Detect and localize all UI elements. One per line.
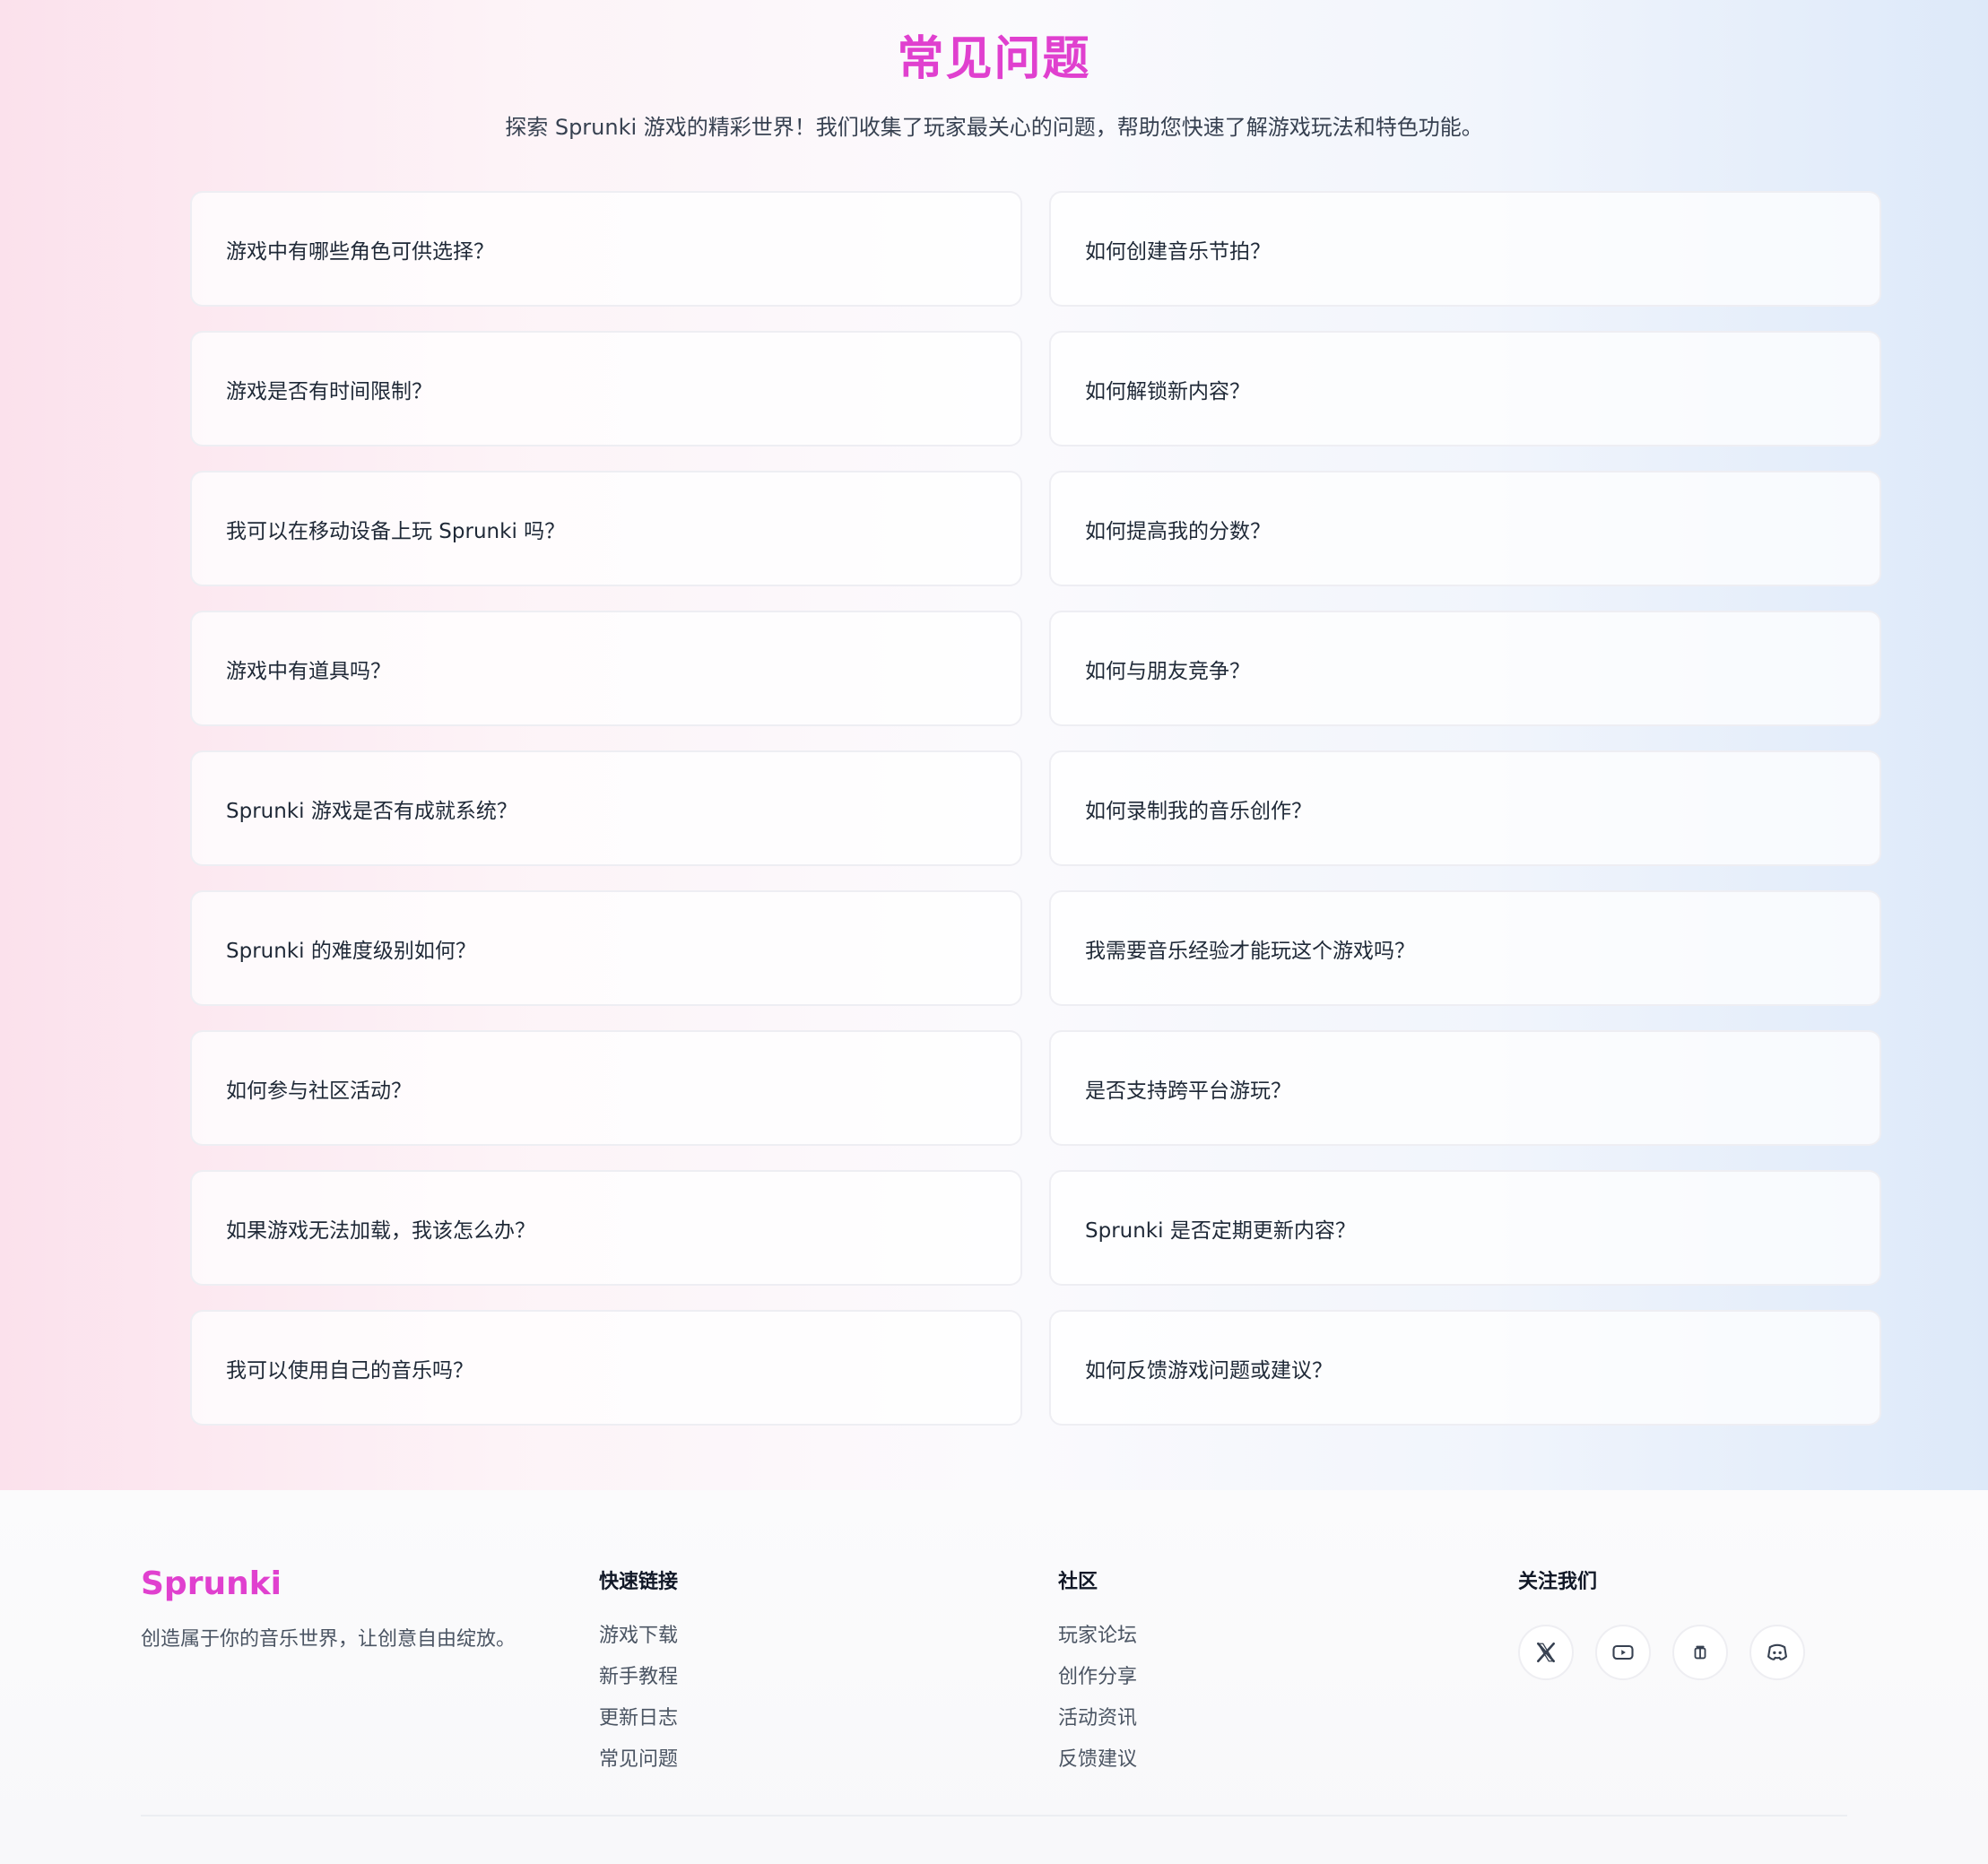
discord-social-button[interactable] <box>1749 1625 1805 1680</box>
footer-link-forum[interactable]: 玩家论坛 <box>1058 1621 1137 1651</box>
faq-item-compete-friends[interactable]: 如何与朋友竞争？ <box>1049 611 1881 726</box>
faq-question: 游戏中有哪些角色可供选择？ <box>226 239 494 264</box>
footer-link-faq[interactable]: 常见问题 <box>599 1745 678 1774</box>
discord-icon <box>1767 1643 1787 1660</box>
faq-section: 常见问题 探索 Sprunki 游戏的精彩世界！我们收集了玩家最关心的问题，帮助… <box>0 0 1988 1490</box>
faq-item-characters[interactable]: 游戏中有哪些角色可供选择？ <box>190 191 1022 307</box>
youtube-social-button[interactable] <box>1595 1625 1651 1680</box>
faq-question: 如何提高我的分数？ <box>1085 519 1271 543</box>
faq-question: 游戏是否有时间限制？ <box>226 379 432 403</box>
footer-follow: 关注我们 <box>1518 1562 1805 1680</box>
faq-question: 我可以使用自己的音乐吗？ <box>226 1358 473 1383</box>
footer-link-creations[interactable]: 创作分享 <box>1058 1662 1137 1692</box>
youtube-icon <box>1612 1644 1634 1660</box>
faq-question: 如何反馈游戏问题或建议？ <box>1085 1358 1333 1383</box>
faq-question: 如何与朋友竞争？ <box>1085 659 1250 683</box>
footer-community-title: 社区 <box>1058 1571 1098 1593</box>
footer-quick-links-title: 快速链接 <box>599 1571 679 1593</box>
faq-item-improve-score[interactable]: 如何提高我的分数？ <box>1049 471 1881 586</box>
footer-quick-links: 快速链接 游戏下载 新手教程 更新日志 常见问题 <box>599 1562 678 1774</box>
faq-item-difficulty[interactable]: Sprunki 的难度级别如何？ <box>190 890 1022 1006</box>
faq-grid: 游戏中有哪些角色可供选择？ 如何创建音乐节拍？ 游戏是否有时间限制？ 如何解锁新… <box>190 191 1881 1426</box>
faq-item-loading-issue[interactable]: 如果游戏无法加载，我该怎么办？ <box>190 1170 1022 1286</box>
faq-question: Sprunki 游戏是否有成就系统？ <box>226 799 517 823</box>
faq-item-updates[interactable]: Sprunki 是否定期更新内容？ <box>1049 1170 1881 1286</box>
faq-item-achievements[interactable]: Sprunki 游戏是否有成就系统？ <box>190 750 1022 866</box>
tiktok-social-button[interactable] <box>1672 1625 1728 1680</box>
faq-question: 是否支持跨平台游玩？ <box>1085 1079 1291 1103</box>
x-social-button[interactable] <box>1518 1625 1574 1680</box>
footer-divider <box>141 1815 1847 1816</box>
faq-item-time-limit[interactable]: 游戏是否有时间限制？ <box>190 331 1022 446</box>
faq-item-cross-platform[interactable]: 是否支持跨平台游玩？ <box>1049 1030 1881 1146</box>
faq-question: Sprunki 的难度级别如何？ <box>226 939 476 963</box>
faq-question: 如何参与社区活动？ <box>226 1079 412 1103</box>
faq-item-mobile[interactable]: 我可以在移动设备上玩 Sprunki 吗？ <box>190 471 1022 586</box>
footer-community-list: 玩家论坛 创作分享 活动资讯 反馈建议 <box>1058 1621 1137 1774</box>
faq-item-community-events[interactable]: 如何参与社区活动？ <box>190 1030 1022 1146</box>
faq-question: 如何创建音乐节拍？ <box>1085 239 1271 264</box>
faq-item-music-experience[interactable]: 我需要音乐经验才能玩这个游戏吗？ <box>1049 890 1881 1006</box>
faq-item-own-music[interactable]: 我可以使用自己的音乐吗？ <box>190 1310 1022 1426</box>
faq-question: 如何解锁新内容？ <box>1085 379 1250 403</box>
faq-title: 常见问题 <box>897 32 1091 86</box>
faq-question: 如何录制我的音乐创作？ <box>1085 799 1312 823</box>
footer-quick-links-list: 游戏下载 新手教程 更新日志 常见问题 <box>599 1621 678 1774</box>
faq-question: Sprunki 是否定期更新内容？ <box>1085 1218 1356 1243</box>
x-icon <box>1537 1642 1555 1663</box>
tiktok-icon <box>1694 1645 1706 1660</box>
footer-link-events[interactable]: 活动资讯 <box>1058 1704 1137 1733</box>
footer-link-changelog[interactable]: 更新日志 <box>599 1704 678 1733</box>
footer-link-tutorial[interactable]: 新手教程 <box>599 1662 678 1692</box>
social-links <box>1518 1625 1805 1680</box>
faq-item-items[interactable]: 游戏中有道具吗？ <box>190 611 1022 726</box>
footer-community: 社区 玩家论坛 创作分享 活动资讯 反馈建议 <box>1058 1562 1137 1774</box>
footer-link-download[interactable]: 游戏下载 <box>599 1621 678 1651</box>
faq-item-feedback[interactable]: 如何反馈游戏问题或建议？ <box>1049 1310 1881 1426</box>
faq-item-record-music[interactable]: 如何录制我的音乐创作？ <box>1049 750 1881 866</box>
faq-question: 如果游戏无法加载，我该怎么办？ <box>226 1218 535 1243</box>
faq-question: 我需要音乐经验才能玩这个游戏吗？ <box>1085 939 1415 963</box>
faq-item-unlock-content[interactable]: 如何解锁新内容？ <box>1049 331 1881 446</box>
faq-subtitle: 探索 Sprunki 游戏的精彩世界！我们收集了玩家最关心的问题，帮助您快速了解… <box>505 115 1483 140</box>
footer: Sprunki 创造属于你的音乐世界，让创意自由绽放。 快速链接 游戏下载 新手… <box>0 1490 1988 1864</box>
faq-question: 我可以在移动设备上玩 Sprunki 吗？ <box>226 519 566 543</box>
faq-item-create-beats[interactable]: 如何创建音乐节拍？ <box>1049 191 1881 307</box>
footer-follow-title: 关注我们 <box>1518 1571 1598 1593</box>
footer-brand-logo[interactable]: Sprunki <box>141 1562 282 1607</box>
footer-tagline: 创造属于你的音乐世界，让创意自由绽放。 <box>141 1628 517 1651</box>
faq-question: 游戏中有道具吗？ <box>226 659 391 683</box>
footer-link-feedback[interactable]: 反馈建议 <box>1058 1745 1137 1774</box>
